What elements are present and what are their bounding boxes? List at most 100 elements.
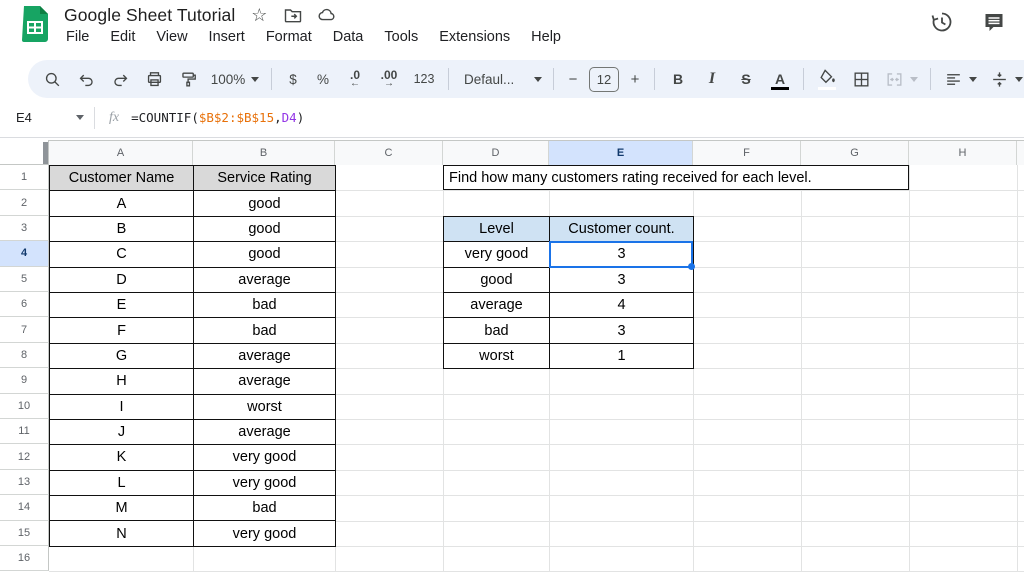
cell[interactable]: K: [50, 445, 194, 470]
cell[interactable]: E: [50, 293, 194, 318]
cell[interactable]: average: [194, 268, 336, 293]
column-header-C[interactable]: C: [335, 141, 443, 165]
horizontal-align-icon[interactable]: [938, 64, 982, 94]
cell[interactable]: B: [50, 217, 194, 242]
print-icon[interactable]: [138, 64, 170, 94]
cell[interactable]: good: [194, 242, 336, 267]
cell[interactable]: H: [50, 369, 194, 394]
row-header-7[interactable]: 7: [0, 317, 49, 342]
column-header-A[interactable]: A: [49, 141, 193, 165]
cell[interactable]: L: [50, 471, 194, 496]
borders-icon[interactable]: [845, 64, 877, 94]
cell[interactable]: bad: [194, 496, 336, 521]
menu-file[interactable]: File: [64, 28, 91, 46]
row-header-4[interactable]: 4: [0, 241, 49, 266]
cell[interactable]: average: [444, 293, 550, 318]
redo-icon[interactable]: [104, 64, 136, 94]
row-header-10[interactable]: 10: [0, 394, 49, 419]
row-header-6[interactable]: 6: [0, 292, 49, 317]
fill-color-icon[interactable]: [811, 64, 843, 94]
cell[interactable]: A: [50, 191, 194, 216]
cell[interactable]: bad: [194, 293, 336, 318]
column-header-partial[interactable]: [1017, 141, 1024, 165]
row-header-9[interactable]: 9: [0, 368, 49, 393]
cell[interactable]: very good: [194, 471, 336, 496]
column-header-H[interactable]: H: [909, 141, 1017, 165]
menu-insert[interactable]: Insert: [207, 28, 247, 46]
strikethrough-button[interactable]: S: [730, 64, 762, 94]
cell[interactable]: average: [194, 420, 336, 445]
menu-format[interactable]: Format: [264, 28, 314, 46]
cell[interactable]: Customer count.: [550, 217, 694, 242]
paint-format-icon[interactable]: [172, 64, 204, 94]
column-header-D[interactable]: D: [443, 141, 549, 165]
cell[interactable]: very good: [194, 445, 336, 470]
column-header-E[interactable]: E: [549, 141, 693, 165]
cloud-saved-icon[interactable]: [317, 5, 337, 25]
menu-data[interactable]: Data: [331, 28, 366, 46]
italic-button[interactable]: I: [696, 64, 728, 94]
cell[interactable]: worst: [194, 395, 336, 420]
row-header-3[interactable]: 3: [0, 216, 49, 241]
cell[interactable]: N: [50, 521, 194, 546]
format-percent-button[interactable]: %: [309, 64, 337, 94]
column-header-G[interactable]: G: [801, 141, 909, 165]
undo-icon[interactable]: [70, 64, 102, 94]
cell[interactable]: I: [50, 395, 194, 420]
cell[interactable]: Service Rating: [194, 166, 336, 191]
column-header-F[interactable]: F: [693, 141, 801, 165]
formula-input[interactable]: =COUNTIF($B$2:$B$15,D4): [131, 110, 304, 125]
cell[interactable]: Customer Name: [50, 166, 194, 191]
cell[interactable]: 1: [550, 344, 694, 369]
select-all-corner[interactable]: [0, 140, 49, 165]
cell[interactable]: very good: [194, 521, 336, 546]
number-format-button[interactable]: 123: [407, 64, 441, 94]
cell[interactable]: good: [444, 268, 550, 293]
menu-help[interactable]: Help: [529, 28, 563, 46]
comments-icon[interactable]: [982, 10, 1006, 34]
cell[interactable]: 3: [550, 268, 694, 293]
star-icon[interactable]: ☆: [249, 5, 269, 25]
menu-view[interactable]: View: [154, 28, 189, 46]
document-title[interactable]: Google Sheet Tutorial: [64, 5, 235, 26]
cell[interactable]: D: [50, 268, 194, 293]
cell[interactable]: 3: [550, 318, 694, 343]
row-header-12[interactable]: 12: [0, 444, 49, 469]
cell[interactable]: 3: [550, 242, 694, 267]
menu-tools[interactable]: Tools: [382, 28, 420, 46]
name-box[interactable]: E4: [0, 110, 92, 125]
cell[interactable]: average: [194, 369, 336, 394]
row-header-11[interactable]: 11: [0, 419, 49, 444]
text-color-button[interactable]: A: [764, 64, 796, 94]
cell[interactable]: 4: [550, 293, 694, 318]
instruction-cell[interactable]: Find how many customers rating received …: [443, 165, 909, 190]
zoom-select[interactable]: 100%: [206, 64, 264, 94]
cell[interactable]: bad: [444, 318, 550, 343]
row-header-14[interactable]: 14: [0, 495, 49, 520]
format-currency-button[interactable]: $: [279, 64, 307, 94]
decrease-decimal-button[interactable]: .0←: [339, 64, 371, 94]
fill-handle[interactable]: [688, 263, 695, 270]
cell[interactable]: bad: [194, 318, 336, 343]
cell[interactable]: F: [50, 318, 194, 343]
font-select[interactable]: Defaul...: [456, 64, 546, 94]
row-header-16[interactable]: 16: [0, 546, 49, 571]
font-size-input[interactable]: 12: [587, 64, 621, 94]
row-header-8[interactable]: 8: [0, 343, 49, 368]
increase-font-size-button[interactable]: +: [623, 64, 647, 94]
cell[interactable]: G: [50, 344, 194, 369]
cell[interactable]: C: [50, 242, 194, 267]
cell[interactable]: average: [194, 344, 336, 369]
vertical-align-icon[interactable]: [984, 64, 1024, 94]
search-icon[interactable]: [36, 64, 68, 94]
cell[interactable]: worst: [444, 344, 550, 369]
cell[interactable]: J: [50, 420, 194, 445]
row-header-1[interactable]: 1: [0, 165, 49, 190]
menu-edit[interactable]: Edit: [108, 28, 137, 46]
cell[interactable]: good: [194, 217, 336, 242]
move-to-folder-icon[interactable]: [283, 5, 303, 25]
row-header-2[interactable]: 2: [0, 190, 49, 215]
decrease-font-size-button[interactable]: −: [561, 64, 585, 94]
cell[interactable]: good: [194, 191, 336, 216]
bold-button[interactable]: B: [662, 64, 694, 94]
